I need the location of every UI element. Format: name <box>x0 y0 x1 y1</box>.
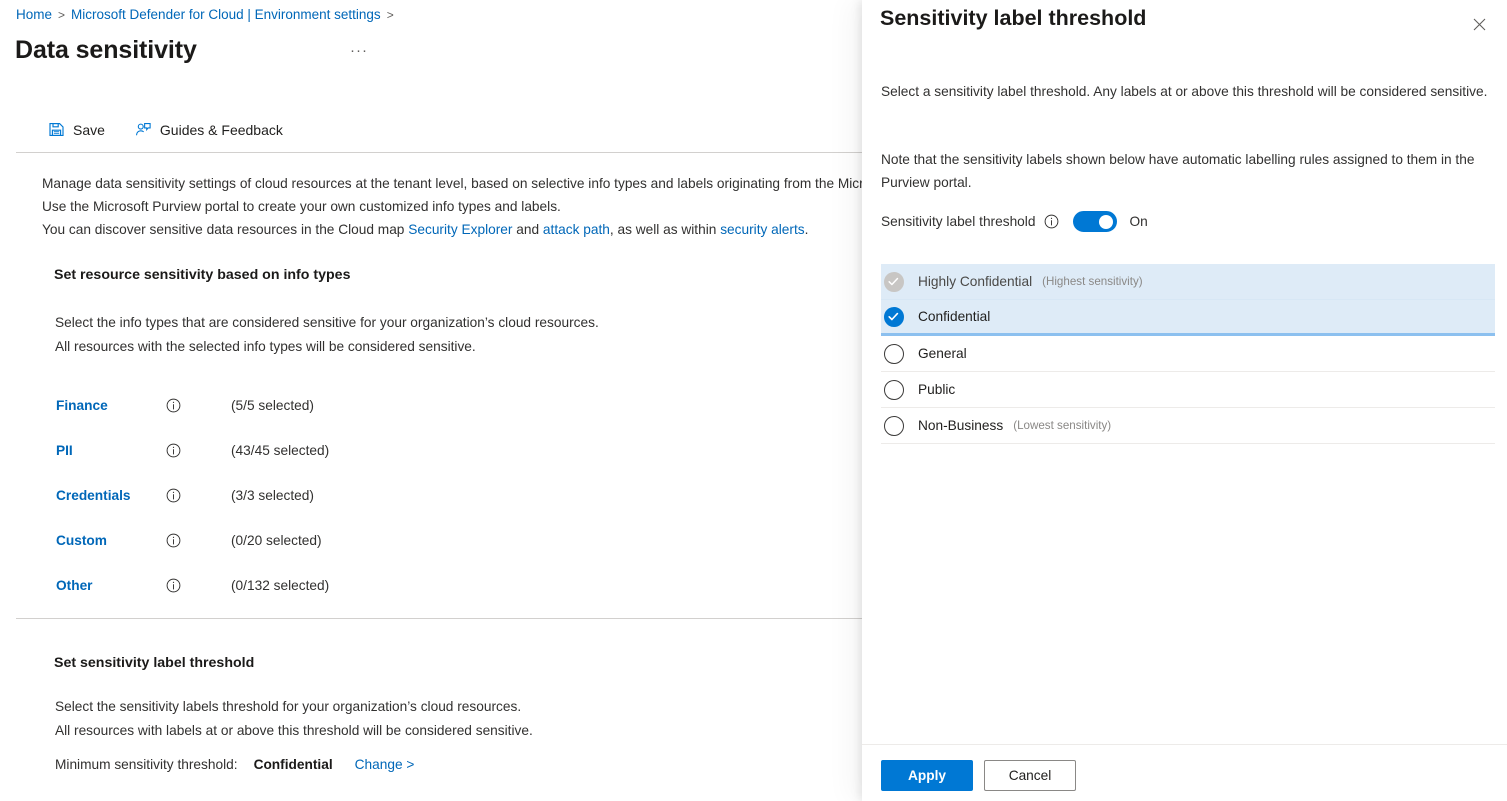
save-button-label: Save <box>73 122 105 138</box>
radio-empty-icon <box>884 380 904 400</box>
close-icon[interactable] <box>1465 10 1493 38</box>
intro-line-3-pre: You can discover sensitive data resource… <box>42 222 408 237</box>
info-type-count-finance: (5/5 selected) <box>196 398 314 413</box>
label-row-confidential[interactable]: Confidential <box>881 300 1495 336</box>
info-type-row-pii: PII (43/45 selected) <box>56 428 329 473</box>
label-name-confidential: Confidential <box>918 309 990 324</box>
minimum-threshold-label: Minimum sensitivity threshold: <box>55 757 238 772</box>
info-circle-icon[interactable] <box>1044 214 1059 229</box>
command-toolbar: Save Guides & Feedback <box>44 118 287 141</box>
info-type-row-other: Other (0/132 selected) <box>56 563 329 608</box>
section-divider <box>16 618 880 619</box>
panel-footer: Apply Cancel <box>881 760 1076 791</box>
panel-footer-divider <box>862 744 1507 745</box>
info-type-count-other: (0/132 selected) <box>196 578 329 593</box>
breadcrumb: Home>Microsoft Defender for Cloud | Envi… <box>16 7 400 22</box>
attack-path-link[interactable]: attack path <box>543 222 610 237</box>
security-explorer-link[interactable]: Security Explorer <box>408 222 512 237</box>
info-type-link-other[interactable]: Other <box>56 578 166 593</box>
radio-empty-icon <box>884 416 904 436</box>
save-button[interactable]: Save <box>44 118 109 141</box>
intro-line-1: Manage data sensitivity settings of clou… <box>42 172 880 195</box>
intro-line-3-mid: and <box>512 222 542 237</box>
threshold-toggle-state: On <box>1129 214 1147 229</box>
sensitivity-label-threshold-panel: Sensitivity label threshold Select a sen… <box>862 0 1507 801</box>
intro-paragraph: Manage data sensitivity settings of clou… <box>42 172 880 241</box>
info-type-count-credentials: (3/3 selected) <box>196 488 314 503</box>
label-hint-highly-confidential: (Highest sensitivity) <box>1042 275 1143 288</box>
label-name-public: Public <box>918 382 955 397</box>
app-root: Home>Microsoft Defender for Cloud | Envi… <box>0 0 1507 801</box>
threshold-toggle-row: Sensitivity label threshold On <box>881 211 1148 232</box>
info-type-link-custom[interactable]: Custom <box>56 533 166 548</box>
radio-empty-icon <box>884 344 904 364</box>
page-title: Data sensitivity <box>15 36 197 65</box>
checkmark-circle-icon <box>884 307 904 327</box>
label-row-highly-confidential[interactable]: Highly Confidential (Highest sensitivity… <box>881 264 1495 300</box>
info-types-description-line-1: Select the info types that are considere… <box>55 311 599 335</box>
info-type-count-pii: (43/45 selected) <box>196 443 329 458</box>
intro-line-2: Use the Microsoft Purview portal to crea… <box>42 195 880 218</box>
data-sensitivity-page: Home>Microsoft Defender for Cloud | Envi… <box>0 0 880 801</box>
info-types-list: Finance (5/5 selected) PII (43/45 select… <box>56 383 329 608</box>
intro-line-3-mid-2: , as well as within <box>610 222 720 237</box>
person-feedback-icon <box>135 121 152 138</box>
label-name-non-business: Non-Business <box>918 418 1003 433</box>
sensitivity-label-list: Highly Confidential (Highest sensitivity… <box>881 264 1495 444</box>
toolbar-divider <box>16 152 880 153</box>
info-type-link-pii[interactable]: PII <box>56 443 166 458</box>
checkmark-circle-disabled-icon <box>884 272 904 292</box>
cancel-button[interactable]: Cancel <box>984 760 1076 791</box>
info-type-count-custom: (0/20 selected) <box>196 533 322 548</box>
intro-line-3-end: . <box>805 222 809 237</box>
minimum-threshold-row: Minimum sensitivity threshold: Confident… <box>55 757 414 772</box>
threshold-toggle-label: Sensitivity label threshold <box>881 214 1035 229</box>
security-alerts-link[interactable]: security alerts <box>720 222 804 237</box>
info-types-section-heading: Set resource sensitivity based on info t… <box>54 267 350 283</box>
intro-line-3: You can discover sensitive data resource… <box>42 218 880 241</box>
info-types-section-description: Select the info types that are considere… <box>55 311 599 358</box>
label-row-general[interactable]: General <box>881 336 1495 372</box>
info-type-link-credentials[interactable]: Credentials <box>56 488 166 503</box>
info-type-link-finance[interactable]: Finance <box>56 398 166 413</box>
info-circle-icon[interactable] <box>166 533 196 548</box>
panel-title: Sensitivity label threshold <box>880 6 1146 31</box>
breadcrumb-item-home[interactable]: Home <box>16 7 52 22</box>
toggle-knob <box>1099 215 1113 229</box>
change-threshold-link[interactable]: Change > <box>355 757 415 772</box>
label-row-public[interactable]: Public <box>881 372 1495 408</box>
threshold-description-line-1: Select the sensitivity labels threshold … <box>55 695 533 719</box>
label-hint-non-business: (Lowest sensitivity) <box>1013 419 1111 432</box>
minimum-threshold-value: Confidential <box>254 757 333 772</box>
threshold-section-description: Select the sensitivity labels threshold … <box>55 695 533 742</box>
guides-feedback-label: Guides & Feedback <box>160 122 283 138</box>
more-actions-ellipsis[interactable]: ··· <box>350 42 368 59</box>
label-name-general: General <box>918 346 967 361</box>
save-floppy-icon <box>48 121 65 138</box>
info-type-row-custom: Custom (0/20 selected) <box>56 518 329 563</box>
threshold-description-line-2: All resources with labels at or above th… <box>55 719 533 743</box>
panel-note: Note that the sensitivity labels shown b… <box>881 148 1498 194</box>
label-row-non-business[interactable]: Non-Business (Lowest sensitivity) <box>881 408 1495 444</box>
apply-button[interactable]: Apply <box>881 760 973 791</box>
guides-feedback-button[interactable]: Guides & Feedback <box>131 118 287 141</box>
info-circle-icon[interactable] <box>166 578 196 593</box>
info-circle-icon[interactable] <box>166 488 196 503</box>
info-type-row-finance: Finance (5/5 selected) <box>56 383 329 428</box>
threshold-section-heading: Set sensitivity label threshold <box>54 655 254 671</box>
panel-description: Select a sensitivity label threshold. An… <box>881 80 1498 103</box>
breadcrumb-separator: > <box>52 8 71 22</box>
info-circle-icon[interactable] <box>166 443 196 458</box>
breadcrumb-item-defender-env-settings[interactable]: Microsoft Defender for Cloud | Environme… <box>71 7 381 22</box>
threshold-toggle-switch[interactable] <box>1073 211 1117 232</box>
info-type-row-credentials: Credentials (3/3 selected) <box>56 473 329 518</box>
info-circle-icon[interactable] <box>166 398 196 413</box>
breadcrumb-separator-2: > <box>381 8 400 22</box>
label-name-highly-confidential: Highly Confidential <box>918 274 1032 289</box>
info-types-description-line-2: All resources with the selected info typ… <box>55 335 599 359</box>
